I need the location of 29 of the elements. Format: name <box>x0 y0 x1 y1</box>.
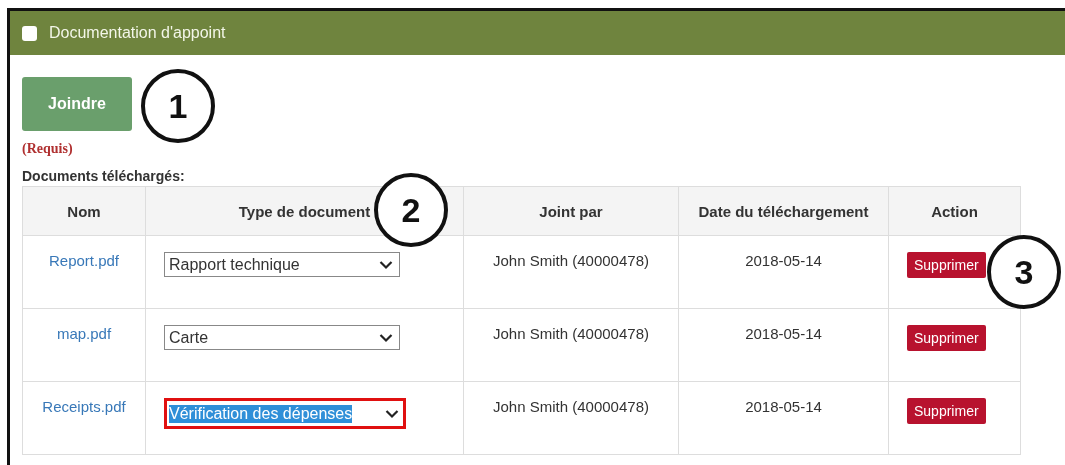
callout-marker: 2 <box>374 173 448 247</box>
column-header: Nom <box>22 186 146 236</box>
callout-marker: 3 <box>987 235 1061 309</box>
column-header: Joint par <box>463 186 679 236</box>
table-cell: John Smith (40000478) <box>493 398 649 415</box>
table-cell: John Smith (40000478) <box>493 252 649 269</box>
table-cell: 2018-05-14 <box>745 398 822 415</box>
column-header: Action <box>888 186 1021 236</box>
document-type-dropdown[interactable]: Carte <box>164 325 400 350</box>
document-type-dropdown[interactable]: Vérification des dépenses <box>164 398 406 429</box>
table-cell: 2018-05-14 <box>745 325 822 342</box>
document-type-dropdown[interactable]: Rapport technique <box>164 252 400 277</box>
file-link[interactable]: Report.pdf <box>48 252 119 269</box>
delete-button[interactable]: Supprimer <box>907 252 986 278</box>
required-note: (Requis) <box>22 141 74 157</box>
file-link[interactable]: Receipts.pdf <box>42 398 126 415</box>
file-link[interactable]: map.pdf <box>56 325 112 342</box>
column-header: Date du téléchargement <box>678 186 889 236</box>
delete-button[interactable]: Supprimer <box>907 325 986 351</box>
panel-title: Documentation d'appoint <box>49 24 226 42</box>
checkbox[interactable] <box>22 25 37 41</box>
table-cell: John Smith (40000478) <box>493 325 649 342</box>
delete-button[interactable]: Supprimer <box>907 398 986 424</box>
section-label: Documents téléchargés: <box>22 168 186 184</box>
chevron-down-icon <box>379 259 393 270</box>
chevron-down-icon <box>385 408 399 419</box>
callout-marker: 1 <box>141 69 215 143</box>
table-cell: 2018-05-14 <box>745 252 822 269</box>
chevron-down-icon <box>379 332 393 343</box>
